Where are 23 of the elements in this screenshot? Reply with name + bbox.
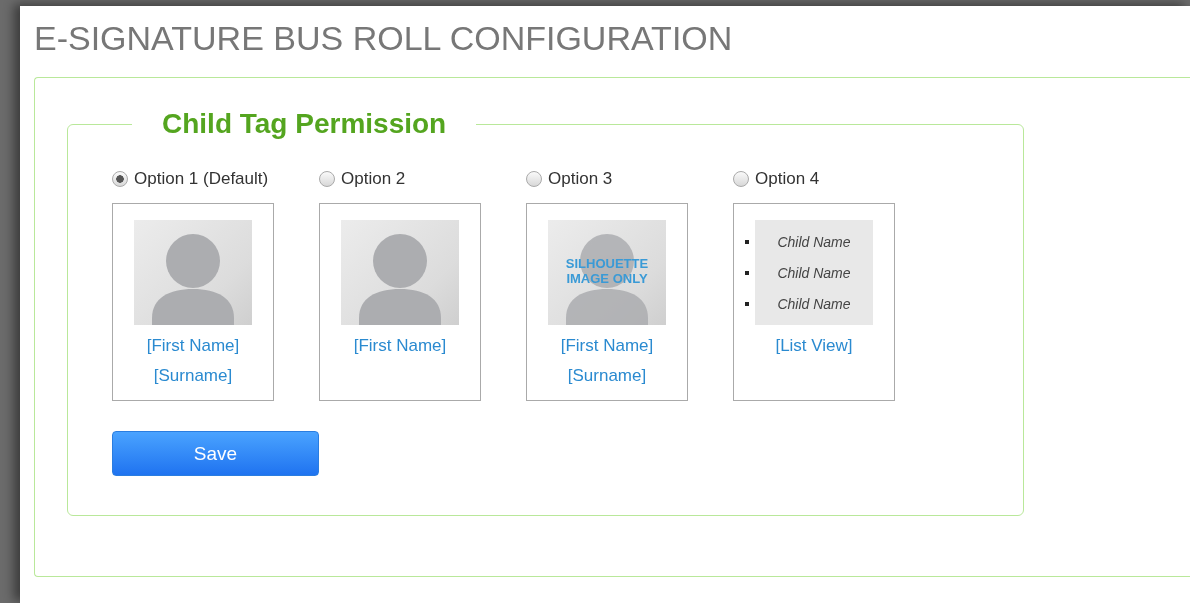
option-radio[interactable]: Option 4 xyxy=(733,168,895,191)
radio-circle[interactable] xyxy=(733,171,749,188)
radio-circle[interactable] xyxy=(526,171,542,188)
option-radio[interactable]: Option 1 (Default) xyxy=(112,168,274,191)
child-name: Child Name xyxy=(777,295,851,312)
name-field-label: [First Name] xyxy=(146,335,240,358)
radio-circle[interactable] xyxy=(112,171,128,188)
radio-circle[interactable] xyxy=(319,171,335,188)
child-name: Child Name xyxy=(777,264,851,281)
bullet-icon xyxy=(745,239,749,244)
name-field-label: [Surname] xyxy=(567,365,647,388)
name-field-label: [List View] xyxy=(775,335,853,358)
page-title: E-SIGNATURE BUS ROLL CONFIGURATION xyxy=(34,20,733,58)
option-radio[interactable]: Option 3 xyxy=(526,168,688,191)
bullet-icon xyxy=(745,270,749,275)
child-name: Child Name xyxy=(777,233,851,250)
name-field-label: [First Name] xyxy=(353,335,447,358)
name-field-label: [First Name] xyxy=(560,335,654,358)
name-field-label: [Surname] xyxy=(153,365,233,388)
section-legend: Child Tag Permission xyxy=(132,108,477,141)
bullet-icon xyxy=(745,301,749,306)
option-radio[interactable]: Option 2 xyxy=(319,168,481,191)
overlay-text: SILHOUETTE IMAGE ONLY xyxy=(564,256,650,287)
